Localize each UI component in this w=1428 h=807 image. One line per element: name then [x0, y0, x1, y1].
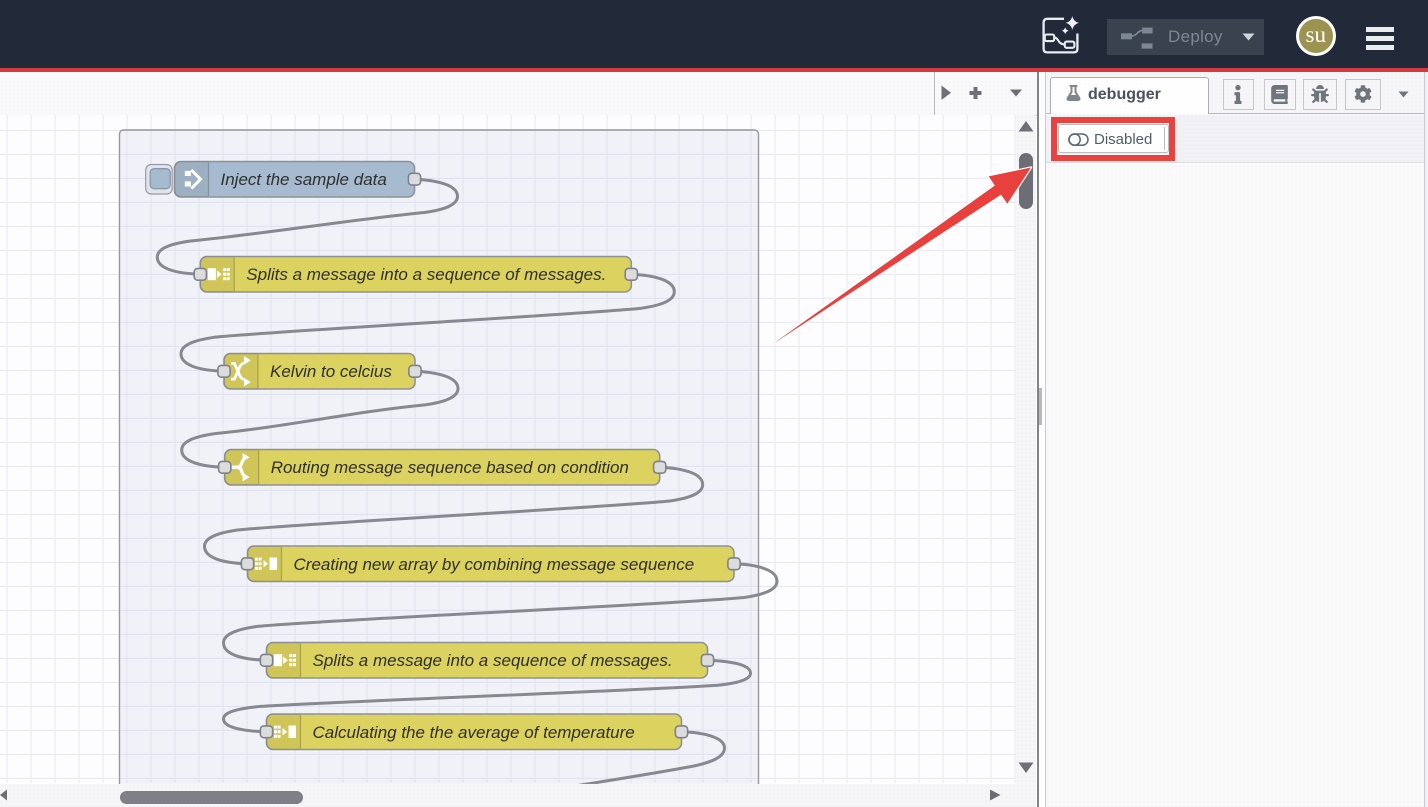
- svg-text:Kelvin to celcius: Kelvin to celcius: [270, 362, 392, 381]
- svg-text:Splits a message into a sequen: Splits a message into a sequence of mess…: [313, 651, 673, 670]
- svg-text:Creating new array by combinin: Creating new array by combining message …: [294, 554, 695, 573]
- svg-text:Calculating the the average of: Calculating the the average of temperatu…: [313, 722, 635, 741]
- svg-text:Splits a message into a sequen: Splits a message into a sequence of mess…: [246, 265, 606, 284]
- svg-text:Inject the sample data: Inject the sample data: [221, 170, 387, 189]
- svg-text:Routing message sequence based: Routing message sequence based on condit…: [271, 458, 629, 477]
